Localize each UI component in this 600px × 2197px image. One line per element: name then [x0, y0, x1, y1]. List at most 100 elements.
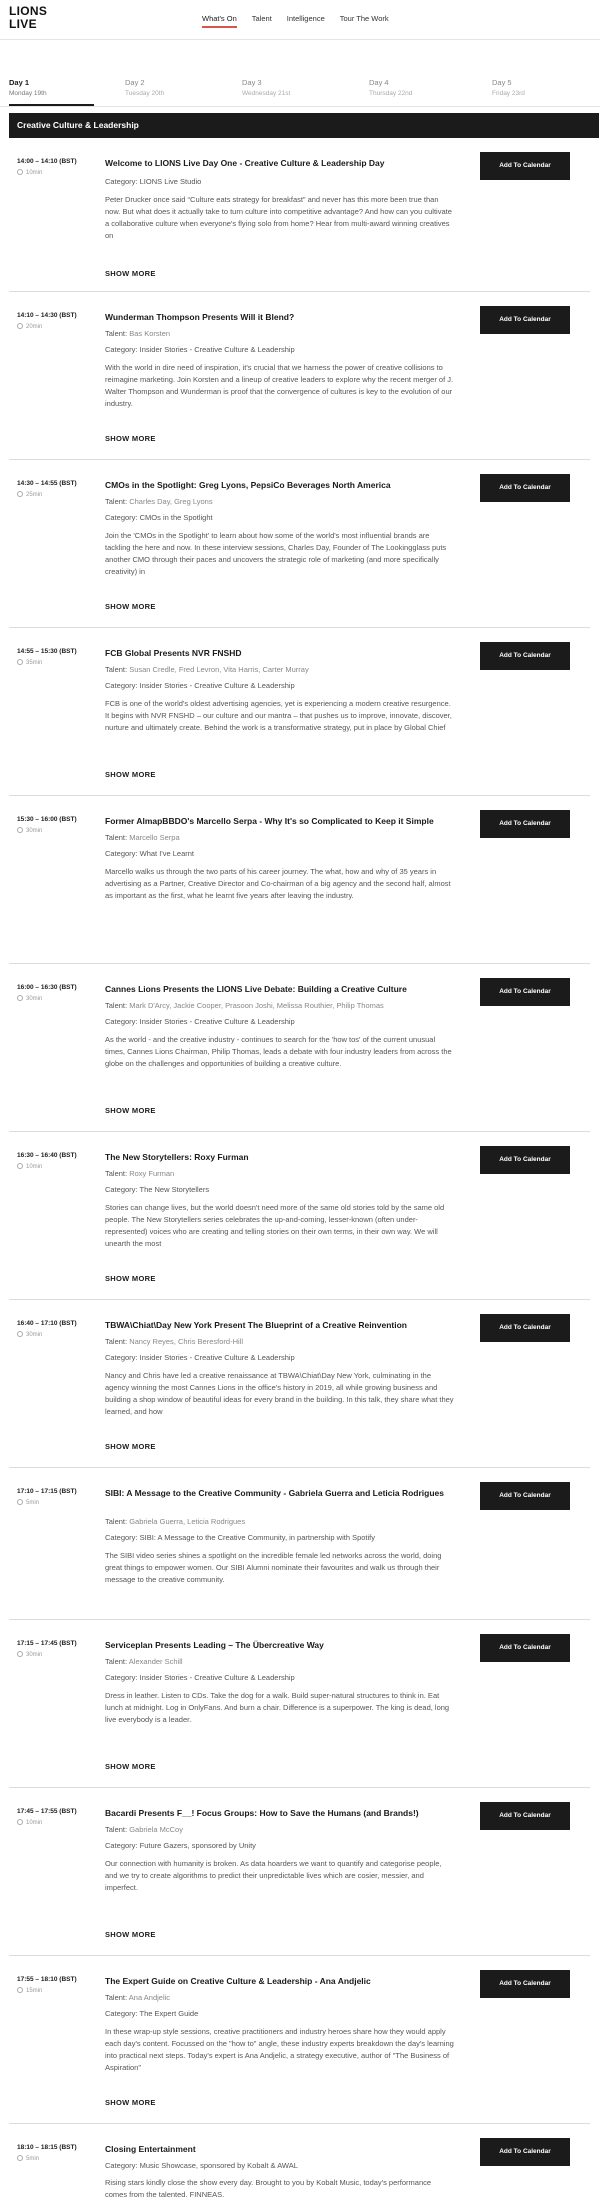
session-title[interactable]: Bacardi Presents F__! Focus Groups: How …	[105, 1807, 455, 1819]
session-duration: 10min	[17, 169, 42, 176]
show-more-button[interactable]: SHOW MORE	[105, 1762, 156, 1771]
talent-label: Talent:	[105, 329, 128, 338]
session-title[interactable]: SIBI: A Message to the Creative Communit…	[105, 1487, 455, 1499]
session-time: 14:55 – 15:30 (BST)	[17, 648, 77, 655]
category-value: Future Gazers, sponsored by Unity	[139, 1841, 256, 1850]
session-description: Join the 'CMOs in the Spotlight' to lear…	[105, 531, 447, 576]
tab-day-3[interactable]: Day 3 Wednesday 21st	[242, 78, 290, 97]
show-more-button[interactable]: SHOW MORE	[105, 1106, 156, 1115]
session-category: Category: Insider Stories - Creative Cul…	[105, 1352, 455, 1363]
talent-value: Charles Day, Greg Lyons	[129, 497, 213, 506]
session-title[interactable]: Cannes Lions Presents the LIONS Live Deb…	[105, 983, 455, 995]
session-talent: Talent: Ana Andjelic	[105, 1992, 455, 2003]
show-more-button[interactable]: SHOW MORE	[105, 434, 156, 443]
session-time: 17:10 – 17:15 (BST)	[17, 1488, 77, 1495]
session-title[interactable]: Welcome to LIONS Live Day One - Creative…	[105, 157, 455, 169]
add-to-calendar-button[interactable]: Add To Calendar	[480, 978, 570, 1006]
tab-day-4[interactable]: Day 4 Thursday 22nd	[369, 78, 412, 97]
show-more-button[interactable]: SHOW MORE	[105, 770, 156, 779]
category-label: Category:	[105, 1185, 138, 1194]
clock-icon	[17, 1819, 23, 1825]
duration-value: 30min	[26, 1652, 43, 1658]
session-category: Category: Insider Stories - Creative Cul…	[105, 680, 455, 691]
session-description: Nancy and Chris have led a creative rena…	[105, 1371, 454, 1416]
add-to-calendar-button[interactable]: Add To Calendar	[480, 152, 570, 180]
add-to-calendar-button[interactable]: Add To Calendar	[480, 1482, 570, 1510]
show-more-button[interactable]: SHOW MORE	[105, 2098, 156, 2107]
add-to-calendar-button[interactable]: Add To Calendar	[480, 1314, 570, 1342]
talent-label: Talent:	[105, 1517, 128, 1526]
session-description: Stories can change lives, but the world …	[105, 1203, 445, 1248]
talent-value: Gabriela Guerra, Leticia Rodrigues	[129, 1517, 246, 1526]
session-category: Category: Music Showcase, sponsored by K…	[105, 2160, 455, 2171]
session-duration: 30min	[17, 1651, 42, 1658]
duration-value: 5min	[26, 2156, 40, 2162]
show-more-button[interactable]: SHOW MORE	[105, 1442, 156, 1451]
session-talent: Talent: Nancy Reyes, Chris Beresford-Hil…	[105, 1336, 455, 1347]
session-title[interactable]: The Expert Guide on Creative Culture & L…	[105, 1975, 455, 1987]
tab-day-2[interactable]: Day 2 Tuesday 20th	[125, 78, 164, 97]
lions-live-logo[interactable]: LIONS LIVE	[9, 5, 69, 31]
nav-talent[interactable]: Talent	[252, 14, 272, 28]
add-to-calendar-button[interactable]: Add To Calendar	[480, 1970, 570, 1998]
site-header: LIONS LIVE What's On Talent Intelligence…	[0, 0, 600, 40]
category-label: Category:	[105, 177, 138, 186]
nav-whats-on[interactable]: What's On	[202, 14, 237, 28]
add-to-calendar-button[interactable]: Add To Calendar	[480, 1802, 570, 1830]
session-talent: Talent: Alexander Schill	[105, 1656, 455, 1667]
session-title[interactable]: Serviceplan Presents Leading – The Überc…	[105, 1639, 455, 1651]
show-more-button[interactable]: SHOW MORE	[105, 269, 156, 278]
talent-label: Talent:	[105, 1337, 128, 1346]
session-title[interactable]: Closing Entertainment	[105, 2143, 455, 2155]
day-date: Tuesday 20th	[125, 90, 165, 97]
session-title[interactable]: The New Storytellers: Roxy Furman	[105, 1151, 455, 1163]
add-to-calendar-button[interactable]: Add To Calendar	[480, 810, 570, 838]
talent-value: Susan Credle, Fred Levron, Vita Harris, …	[129, 665, 309, 674]
session-category: Category: Insider Stories - Creative Cul…	[105, 344, 455, 355]
category-value: Insider Stories - Creative Culture & Lea…	[139, 345, 295, 354]
show-more-button[interactable]: SHOW MORE	[105, 1930, 156, 1939]
session-time: 17:45 – 17:55 (BST)	[17, 1808, 77, 1815]
day-name: Day 5	[492, 78, 512, 87]
nav-intelligence[interactable]: Intelligence	[287, 14, 325, 28]
session-time: 18:10 – 18:15 (BST)	[17, 2144, 77, 2151]
session-time: 14:00 – 14:10 (BST)	[17, 158, 77, 165]
session-talent: Talent: Gabriela Guerra, Leticia Rodrigu…	[105, 1516, 455, 1527]
nav-tour-the-work[interactable]: Tour The Work	[340, 14, 389, 28]
session-title[interactable]: Former AlmapBBDO's Marcello Serpa - Why …	[105, 815, 455, 827]
session-title[interactable]: TBWA\Chiat\Day New York Present The Blue…	[105, 1319, 455, 1331]
session-description: Dress in leather. Listen to CDs. Take th…	[105, 1691, 450, 1724]
session-item: 17:45 – 17:55 (BST) 10min Bacardi Presen…	[9, 1788, 590, 1956]
add-to-calendar-button[interactable]: Add To Calendar	[480, 1634, 570, 1662]
add-to-calendar-button[interactable]: Add To Calendar	[480, 474, 570, 502]
add-to-calendar-button[interactable]: Add To Calendar	[480, 2138, 570, 2166]
add-to-calendar-button[interactable]: Add To Calendar	[480, 642, 570, 670]
session-title[interactable]: CMOs in the Spotlight: Greg Lyons, Pepsi…	[105, 479, 455, 491]
session-title[interactable]: FCB Global Presents NVR FNSHD	[105, 647, 455, 659]
show-more-button[interactable]: SHOW MORE	[105, 602, 156, 611]
session-time: 17:15 – 17:45 (BST)	[17, 1640, 77, 1647]
tab-day-1[interactable]: Day 1 Monday 19th	[9, 78, 47, 97]
talent-value: Alexander Schill	[128, 1657, 183, 1666]
session-duration: 10min	[17, 1819, 42, 1826]
talent-value: Roxy Furman	[129, 1169, 175, 1178]
session-description: The SIBI video series shines a spotlight…	[105, 1551, 442, 1584]
category-label: Category:	[105, 849, 138, 858]
session-title[interactable]: Wunderman Thompson Presents Will it Blen…	[105, 311, 455, 323]
duration-value: 10min	[26, 1820, 43, 1826]
duration-value: 30min	[26, 1332, 43, 1338]
duration-value: 25min	[26, 492, 43, 498]
clock-icon	[17, 2155, 23, 2161]
session-category: Category: Future Gazers, sponsored by Un…	[105, 1840, 455, 1851]
category-value: Insider Stories - Creative Culture & Lea…	[139, 681, 295, 690]
session-description: As the world - and the creative industry…	[105, 1035, 452, 1068]
tab-day-5[interactable]: Day 5 Friday 23rd	[492, 78, 525, 97]
show-more-button[interactable]: SHOW MORE	[105, 1274, 156, 1283]
session-duration: 35min	[17, 659, 42, 666]
session-description: Our connection with humanity is broken. …	[105, 1859, 442, 1892]
add-to-calendar-button[interactable]: Add To Calendar	[480, 306, 570, 334]
clock-icon	[17, 323, 23, 329]
session-talent: Talent: Bas Korsten	[105, 328, 455, 339]
talent-label: Talent:	[105, 833, 128, 842]
add-to-calendar-button[interactable]: Add To Calendar	[480, 1146, 570, 1174]
